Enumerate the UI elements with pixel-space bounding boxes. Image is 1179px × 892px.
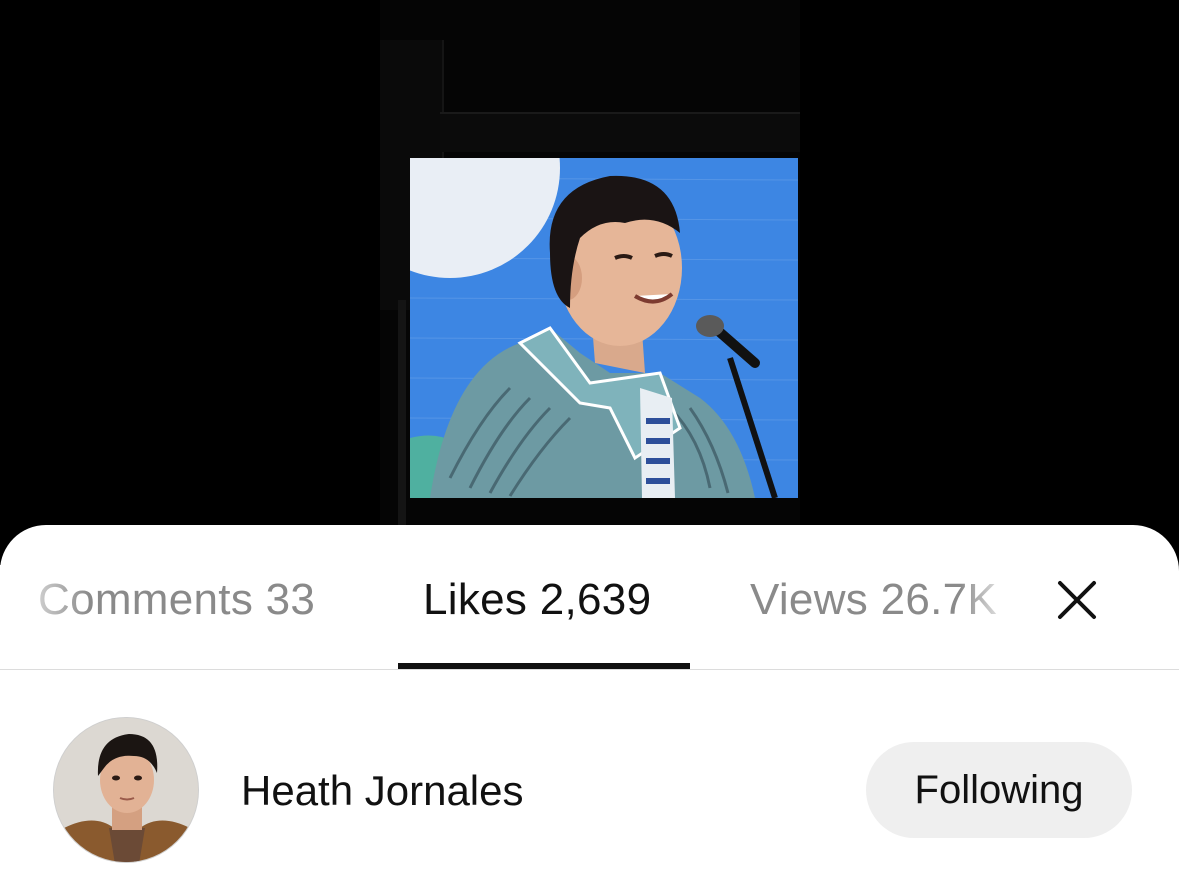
tab-bar: Comments 33 Likes 2,639 Views 26.7K [0,525,1179,670]
username[interactable]: Heath Jornales [241,767,524,815]
tab-views[interactable]: Views 26.7K [750,575,997,625]
active-tab-indicator [398,663,690,669]
close-icon [1058,581,1096,619]
led-screen-photo[interactable] [410,158,798,498]
avatar[interactable] [53,717,199,863]
close-button[interactable] [1052,575,1102,625]
tab-comments[interactable]: Comments 33 [38,575,315,625]
bottom-sheet: Comments 33 Likes 2,639 Views 26.7K Heat… [0,525,1179,892]
list-item[interactable]: Heath Jornales Following [0,715,1179,865]
tab-likes[interactable]: Likes 2,639 [423,575,651,625]
media-viewer: Comments 33 Likes 2,639 Views 26.7K Heat… [0,0,1179,892]
following-button[interactable]: Following [866,742,1132,838]
truss-top [440,112,800,152]
truss-pole [398,300,406,530]
